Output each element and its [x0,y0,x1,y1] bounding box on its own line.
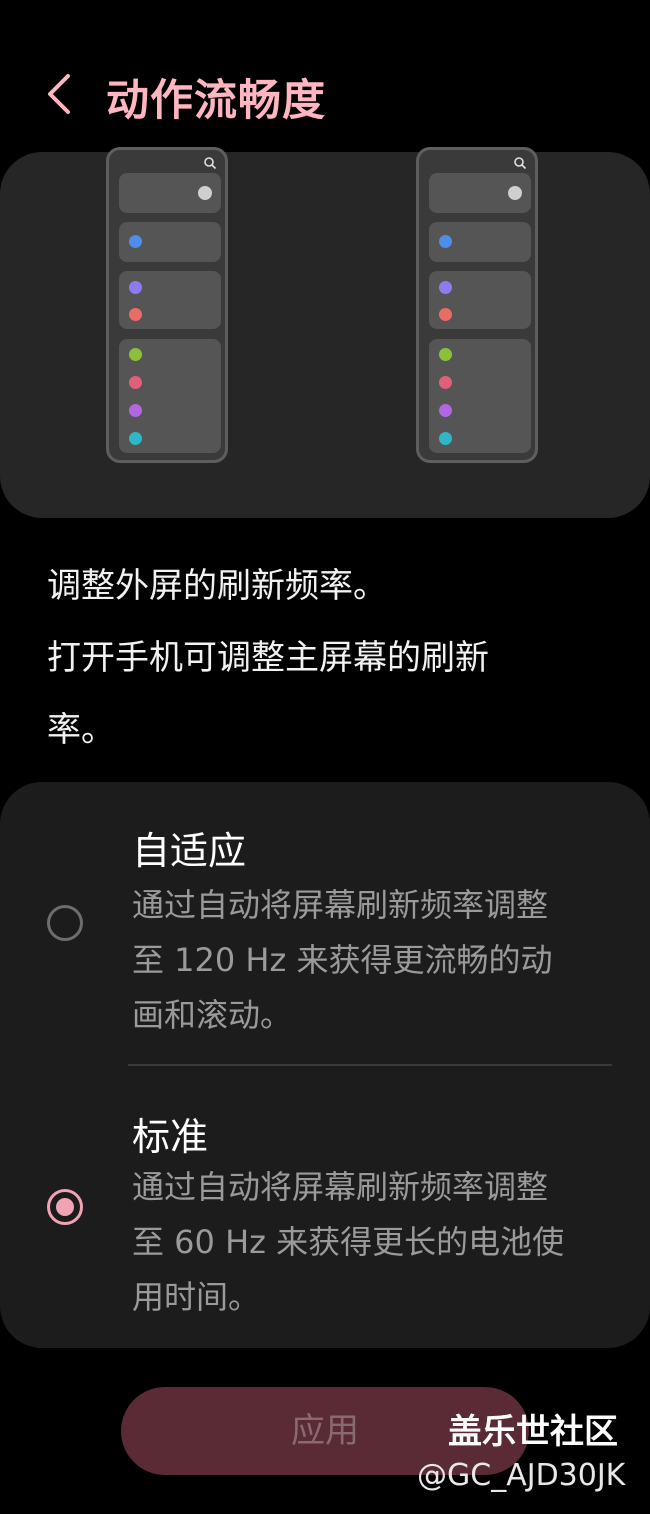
option-description-line: 至 120 Hz 来获得更流畅的动 [132,941,553,979]
option-description-line: 画和滚动。 [132,996,293,1034]
phone-mockup-right [416,147,538,463]
option-standard[interactable]: 标准 通过自动将屏幕刷新频率调整 至 60 Hz 来获得更长的电池使 用时间。 [0,1094,650,1342]
search-icon [514,157,527,170]
option-description: 通过自动将屏幕刷新频率调整 至 60 Hz 来获得更长的电池使 用时间。 [132,1160,612,1325]
option-adaptive[interactable]: 自适应 通过自动将屏幕刷新频率调整 至 120 Hz 来获得更流畅的动 画和滚动… [0,812,650,1060]
option-description-line: 通过自动将屏幕刷新频率调整 [132,1168,549,1206]
mock-dot [129,404,142,417]
mock-dot [129,235,142,248]
mock-card [429,271,531,329]
mock-dot [129,348,142,361]
mock-card [429,222,531,262]
mock-card [429,173,531,213]
mock-dot [439,348,452,361]
watermark-title: 盖乐世社区 [448,1412,618,1452]
mock-dot [439,404,452,417]
mock-dot [129,308,142,321]
mock-card [119,271,221,329]
mock-card [119,222,221,262]
mock-toggle [198,186,212,200]
mock-dot [129,281,142,294]
mock-dot [439,235,452,248]
option-description: 通过自动将屏幕刷新频率调整 至 120 Hz 来获得更流畅的动 画和滚动。 [132,878,612,1043]
mock-dot [439,281,452,294]
mock-dot [129,432,142,445]
description-line: 打开手机可调整主屏幕的刷新 [47,638,489,678]
mock-dot [439,308,452,321]
option-description-line: 用时间。 [132,1278,261,1316]
refresh-rate-preview [0,147,650,518]
back-button[interactable] [40,66,90,122]
mock-dot [439,376,452,389]
description-line: 率。 [47,710,115,750]
phone-mockup-left [106,147,228,463]
mock-dot [439,432,452,445]
watermark-handle: @GC_AJD30JK [417,1458,626,1493]
page-title: 动作流畅度 [106,76,326,126]
mock-toggle [508,186,522,200]
option-description-line: 通过自动将屏幕刷新频率调整 [132,886,549,924]
radio-adaptive[interactable] [47,905,83,941]
mock-card [429,339,531,453]
radio-standard[interactable] [47,1189,83,1225]
option-description-line: 至 60 Hz 来获得更长的电池使 [132,1223,565,1261]
description-line: 调整外屏的刷新频率。 [47,566,387,606]
mock-dot [129,376,142,389]
divider [128,1064,612,1066]
option-title: 自适应 [132,829,247,873]
option-title: 标准 [132,1115,209,1159]
app-bar: 动作流畅度 [0,0,650,150]
chevron-left-icon [48,74,70,114]
search-icon [204,157,217,170]
mock-card [119,339,221,453]
mock-card [119,173,221,213]
